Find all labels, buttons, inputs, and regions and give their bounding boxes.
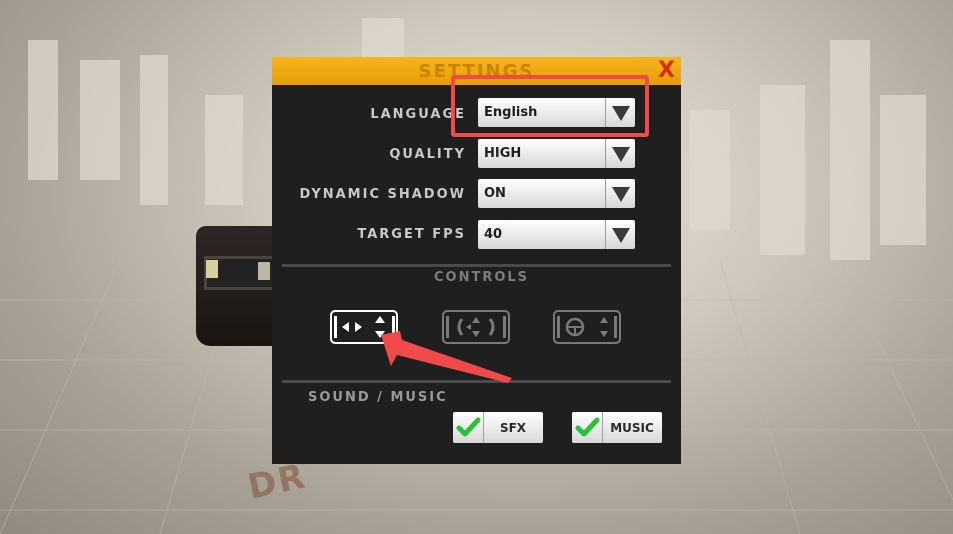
annotation-arrow-icon — [381, 331, 512, 383]
